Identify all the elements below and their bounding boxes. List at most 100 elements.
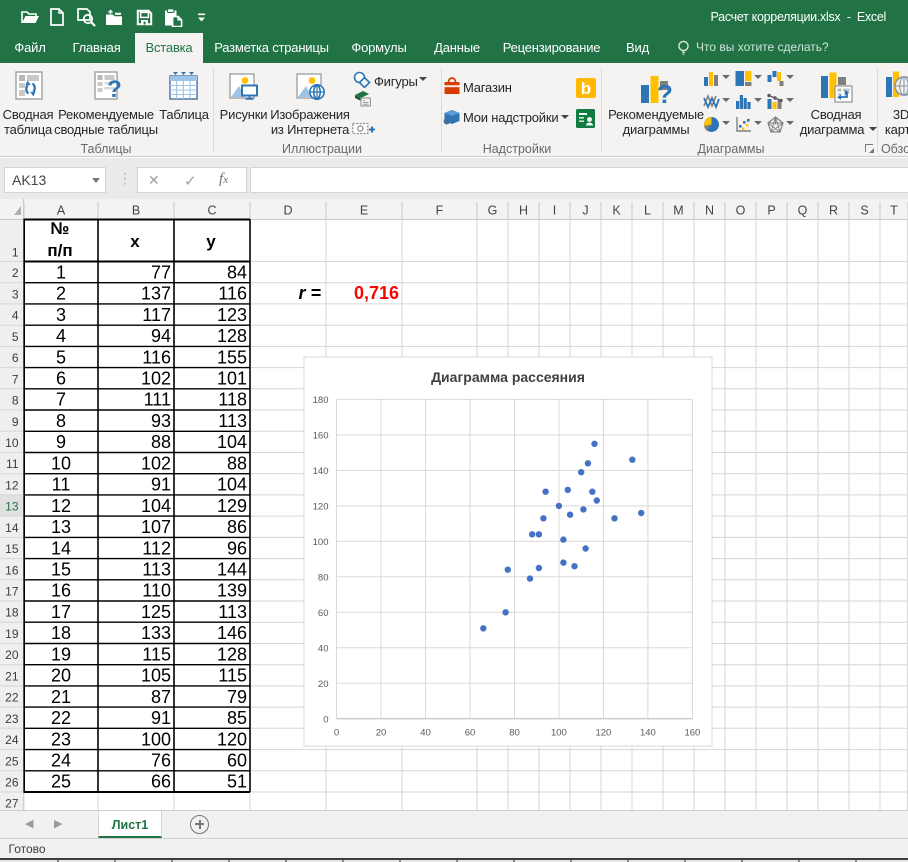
svg-text:16: 16 <box>51 581 71 601</box>
svg-text:80: 80 <box>509 728 520 739</box>
svg-text:3: 3 <box>12 287 19 301</box>
svg-text:120: 120 <box>313 501 329 512</box>
svg-text:140: 140 <box>313 466 329 477</box>
svg-text:6: 6 <box>12 351 19 365</box>
svg-text:160: 160 <box>684 728 700 739</box>
svg-text:120: 120 <box>217 729 247 749</box>
svg-text:113: 113 <box>218 411 247 431</box>
svg-text:K: K <box>612 204 621 218</box>
svg-text:?: ? <box>107 76 122 100</box>
svg-text:79: 79 <box>227 687 247 707</box>
svg-text:116: 116 <box>142 347 171 367</box>
svg-text:22: 22 <box>5 691 19 705</box>
svg-text:7: 7 <box>12 372 19 386</box>
svg-text:51: 51 <box>227 772 247 792</box>
svg-text:40: 40 <box>420 728 431 739</box>
svg-text:113: 113 <box>142 560 171 580</box>
svg-text:14: 14 <box>51 538 71 558</box>
svg-text:19: 19 <box>5 627 19 641</box>
svg-text:L: L <box>644 204 651 218</box>
svg-text:77: 77 <box>151 262 171 282</box>
svg-text:139: 139 <box>217 581 247 601</box>
svg-text:102: 102 <box>141 453 171 473</box>
svg-text:10: 10 <box>5 436 19 450</box>
svg-text:88: 88 <box>151 432 171 452</box>
svg-text:23: 23 <box>5 712 19 726</box>
svg-text:85: 85 <box>227 708 247 728</box>
svg-text:129: 129 <box>217 496 247 516</box>
svg-text:104: 104 <box>141 496 171 516</box>
svg-text:22: 22 <box>51 708 71 728</box>
svg-text:G: G <box>488 204 498 218</box>
svg-text:R: R <box>829 204 838 218</box>
svg-text:9: 9 <box>12 415 19 429</box>
svg-text:21: 21 <box>51 687 71 707</box>
svg-text:17: 17 <box>5 585 19 599</box>
svg-text:180: 180 <box>313 395 329 406</box>
svg-text:102: 102 <box>141 369 171 389</box>
svg-text:24: 24 <box>51 751 71 771</box>
svg-text:6: 6 <box>56 369 66 389</box>
svg-text:18: 18 <box>51 623 71 643</box>
svg-text:I: I <box>553 204 556 218</box>
svg-text:140: 140 <box>640 728 656 739</box>
svg-text:112: 112 <box>142 538 171 558</box>
svg-text:93: 93 <box>151 411 171 431</box>
svg-text:118: 118 <box>218 390 247 410</box>
svg-text:25: 25 <box>51 772 71 792</box>
svg-text:Диаграмма рассеяния: Диаграмма рассеяния <box>431 369 585 385</box>
svg-text:C: C <box>207 204 216 218</box>
svg-text:104: 104 <box>217 475 247 495</box>
svg-text:20: 20 <box>318 679 329 690</box>
svg-text:60: 60 <box>465 728 476 739</box>
svg-text:146: 146 <box>217 623 247 643</box>
svg-text:16: 16 <box>5 563 19 577</box>
svg-text:27: 27 <box>5 797 19 810</box>
svg-text:160: 160 <box>313 430 329 441</box>
svg-text:9: 9 <box>56 432 66 452</box>
svg-text:105: 105 <box>141 666 171 686</box>
svg-text:86: 86 <box>227 517 247 537</box>
svg-text:91: 91 <box>151 708 171 728</box>
svg-text:100: 100 <box>141 729 171 749</box>
svg-text:№: № <box>51 219 70 238</box>
svg-text:88: 88 <box>227 453 247 473</box>
svg-text:110: 110 <box>142 581 171 601</box>
svg-text:137: 137 <box>141 284 171 304</box>
svg-text:y: y <box>206 232 216 251</box>
svg-text:128: 128 <box>217 644 247 664</box>
svg-text:7: 7 <box>56 390 66 410</box>
svg-text:B: B <box>132 204 140 218</box>
svg-text:0,716: 0,716 <box>354 283 399 303</box>
svg-text:25: 25 <box>5 754 19 768</box>
svg-text:M: M <box>673 204 683 218</box>
svg-text:E: E <box>360 204 368 218</box>
svg-text:?: ? <box>657 79 673 105</box>
svg-text:155: 155 <box>217 347 247 367</box>
svg-text:120: 120 <box>595 728 611 739</box>
svg-text:100: 100 <box>313 537 329 548</box>
svg-text:20: 20 <box>376 728 387 739</box>
svg-text:0: 0 <box>323 714 328 725</box>
svg-text:94: 94 <box>151 326 171 346</box>
svg-text:111: 111 <box>144 390 171 410</box>
svg-text:4: 4 <box>12 309 19 323</box>
svg-text:60: 60 <box>227 751 247 771</box>
svg-text:66: 66 <box>151 772 171 792</box>
svg-text:T: T <box>890 204 898 218</box>
svg-text:144: 144 <box>217 560 247 580</box>
svg-text:80: 80 <box>318 572 329 583</box>
svg-text:N: N <box>705 204 714 218</box>
svg-text:5: 5 <box>12 330 19 344</box>
svg-text:96: 96 <box>227 538 247 558</box>
svg-text:8: 8 <box>56 411 66 431</box>
svg-text:20: 20 <box>51 666 71 686</box>
svg-text:r =: r = <box>298 283 321 303</box>
svg-text:b: b <box>581 79 591 98</box>
svg-text:Q: Q <box>798 204 808 218</box>
svg-text:13: 13 <box>5 500 19 514</box>
svg-text:107: 107 <box>141 517 171 537</box>
svg-text:15: 15 <box>5 542 19 556</box>
svg-text:18: 18 <box>5 606 19 620</box>
svg-text:116: 116 <box>218 284 247 304</box>
